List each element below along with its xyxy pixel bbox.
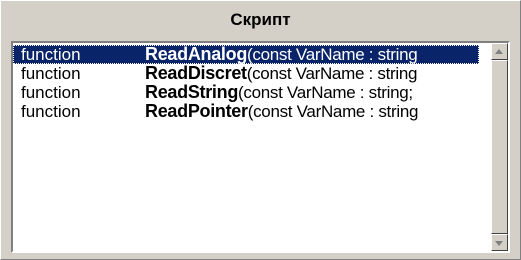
- list-item[interactable]: function ReadAnalog(const VarName : stri…: [13, 45, 479, 64]
- item-signature: ReadAnalog(const VarName : string: [145, 45, 418, 64]
- list-item[interactable]: function ReadPointer(const VarName : str…: [13, 101, 479, 122]
- item-keyword: function: [21, 102, 81, 121]
- item-signature: ReadPointer(const VarName : string: [145, 101, 419, 122]
- item-keyword: function: [21, 83, 81, 102]
- item-params: (const VarName : string: [247, 102, 419, 121]
- arrow-up-icon: [495, 49, 503, 54]
- panel-title: Скрипт: [230, 10, 291, 29]
- item-function-name: ReadPointer: [145, 101, 248, 121]
- item-function-name: ReadString: [145, 82, 239, 102]
- item-function-name: ReadAnalog: [145, 45, 248, 64]
- item-keyword: function: [21, 64, 81, 83]
- list-item[interactable]: function ReadDiscret(const VarName : str…: [13, 63, 479, 84]
- function-list: function ReadAnalog(const VarName : stri…: [13, 45, 479, 251]
- item-function-name: ReadDiscret: [145, 63, 247, 83]
- item-params: (const VarName : string: [246, 64, 418, 83]
- scroll-down-button[interactable]: [491, 234, 508, 251]
- script-panel: Скрипт function ReadAnalog(const VarName…: [0, 0, 521, 260]
- list-item[interactable]: function ReadString(const VarName : stri…: [13, 82, 479, 103]
- item-params: (const VarName : string: [247, 45, 418, 64]
- scroll-thumb[interactable]: [491, 60, 508, 234]
- vertical-scrollbar[interactable]: [491, 43, 508, 251]
- item-keyword: function: [21, 45, 81, 64]
- item-params: (const VarName : string;: [238, 83, 413, 102]
- item-signature: ReadString(const VarName : string;: [145, 82, 413, 103]
- item-signature: ReadDiscret(const VarName : string: [145, 63, 418, 84]
- scroll-up-button[interactable]: [491, 43, 508, 60]
- arrow-down-icon: [495, 241, 503, 246]
- function-listbox[interactable]: function ReadAnalog(const VarName : stri…: [11, 41, 510, 253]
